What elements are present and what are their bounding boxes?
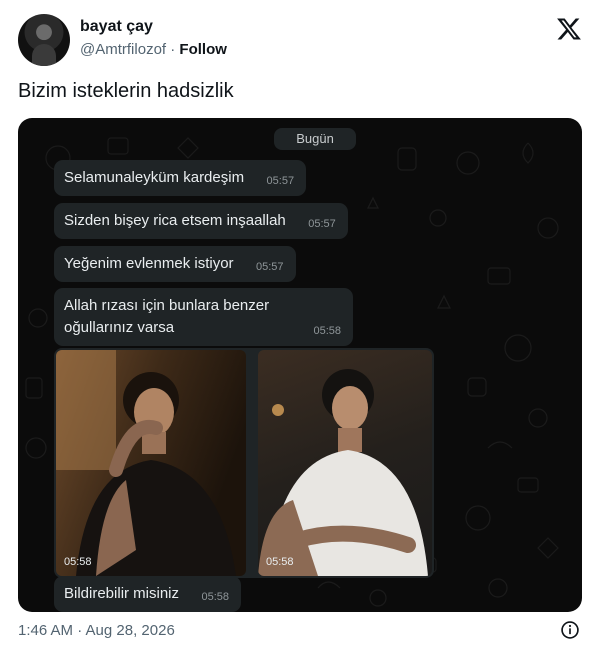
photo-figure — [258, 369, 428, 576]
author-name[interactable]: bayat çay — [80, 18, 153, 36]
chat-bubble[interactable]: Sizden bişey rica etsem inşaallah 05:57 — [54, 203, 348, 239]
x-logo-icon[interactable] — [556, 16, 582, 42]
photo-time: 05:58 — [64, 556, 92, 568]
photo-thumbnail[interactable]: 05:58 — [258, 350, 432, 576]
follow-button[interactable]: Follow — [179, 41, 227, 58]
author-meta: @Amtrfilozof · Follow — [80, 41, 227, 58]
message-text-line2: oğullarınız varsa — [64, 319, 175, 336]
message-time: 05:58 — [201, 591, 230, 603]
photo-message[interactable]: 05:58 05:58 — [54, 348, 434, 578]
tweet-text: Bizim isteklerin hadsizlik — [18, 80, 234, 102]
chat-bubble[interactable]: Yeğenim evlenmek istiyor 05:57 — [54, 246, 296, 282]
message-time: 05:57 — [256, 261, 284, 273]
tweet-media[interactable]: Bugün Selamunaleyküm kardeşim 05:57 Sizd… — [18, 118, 582, 612]
avatar[interactable] — [18, 14, 70, 66]
message-time: 05:57 — [308, 218, 336, 230]
message-text: Selamunaleyküm kardeşim — [64, 169, 245, 186]
message-time: 05:58 — [313, 325, 341, 337]
message-time: 05:57 — [266, 175, 295, 187]
tweet-timestamp[interactable]: 1:46 AM · Aug 28, 2026 — [18, 622, 175, 639]
chat-bubble[interactable]: Bildirebilir misiniz 05:58 — [54, 576, 242, 612]
date-divider: Bugün — [274, 128, 356, 150]
photo-figure — [56, 350, 236, 576]
photo-time: 05:58 — [266, 556, 294, 568]
message-text: Yeğenim evlenmek istiyor — [64, 255, 234, 272]
message-text: Sizden bişey rica etsem inşaallah — [64, 212, 286, 229]
separator: · — [170, 41, 176, 58]
info-icon[interactable] — [560, 620, 580, 640]
message-text-line1: Allah rızası için bunlara benzer — [64, 297, 270, 314]
tweet-header: bayat çay @Amtrfilozof · Follow — [18, 14, 582, 66]
photo-thumbnail[interactable]: 05:58 — [56, 350, 246, 576]
chat-bubble[interactable]: Allah rızası için bunlara benzer oğullar… — [54, 288, 353, 346]
author-handle[interactable]: @Amtrfilozof — [80, 41, 166, 58]
chat-bubble[interactable]: Selamunaleyküm kardeşim 05:57 — [54, 160, 307, 196]
